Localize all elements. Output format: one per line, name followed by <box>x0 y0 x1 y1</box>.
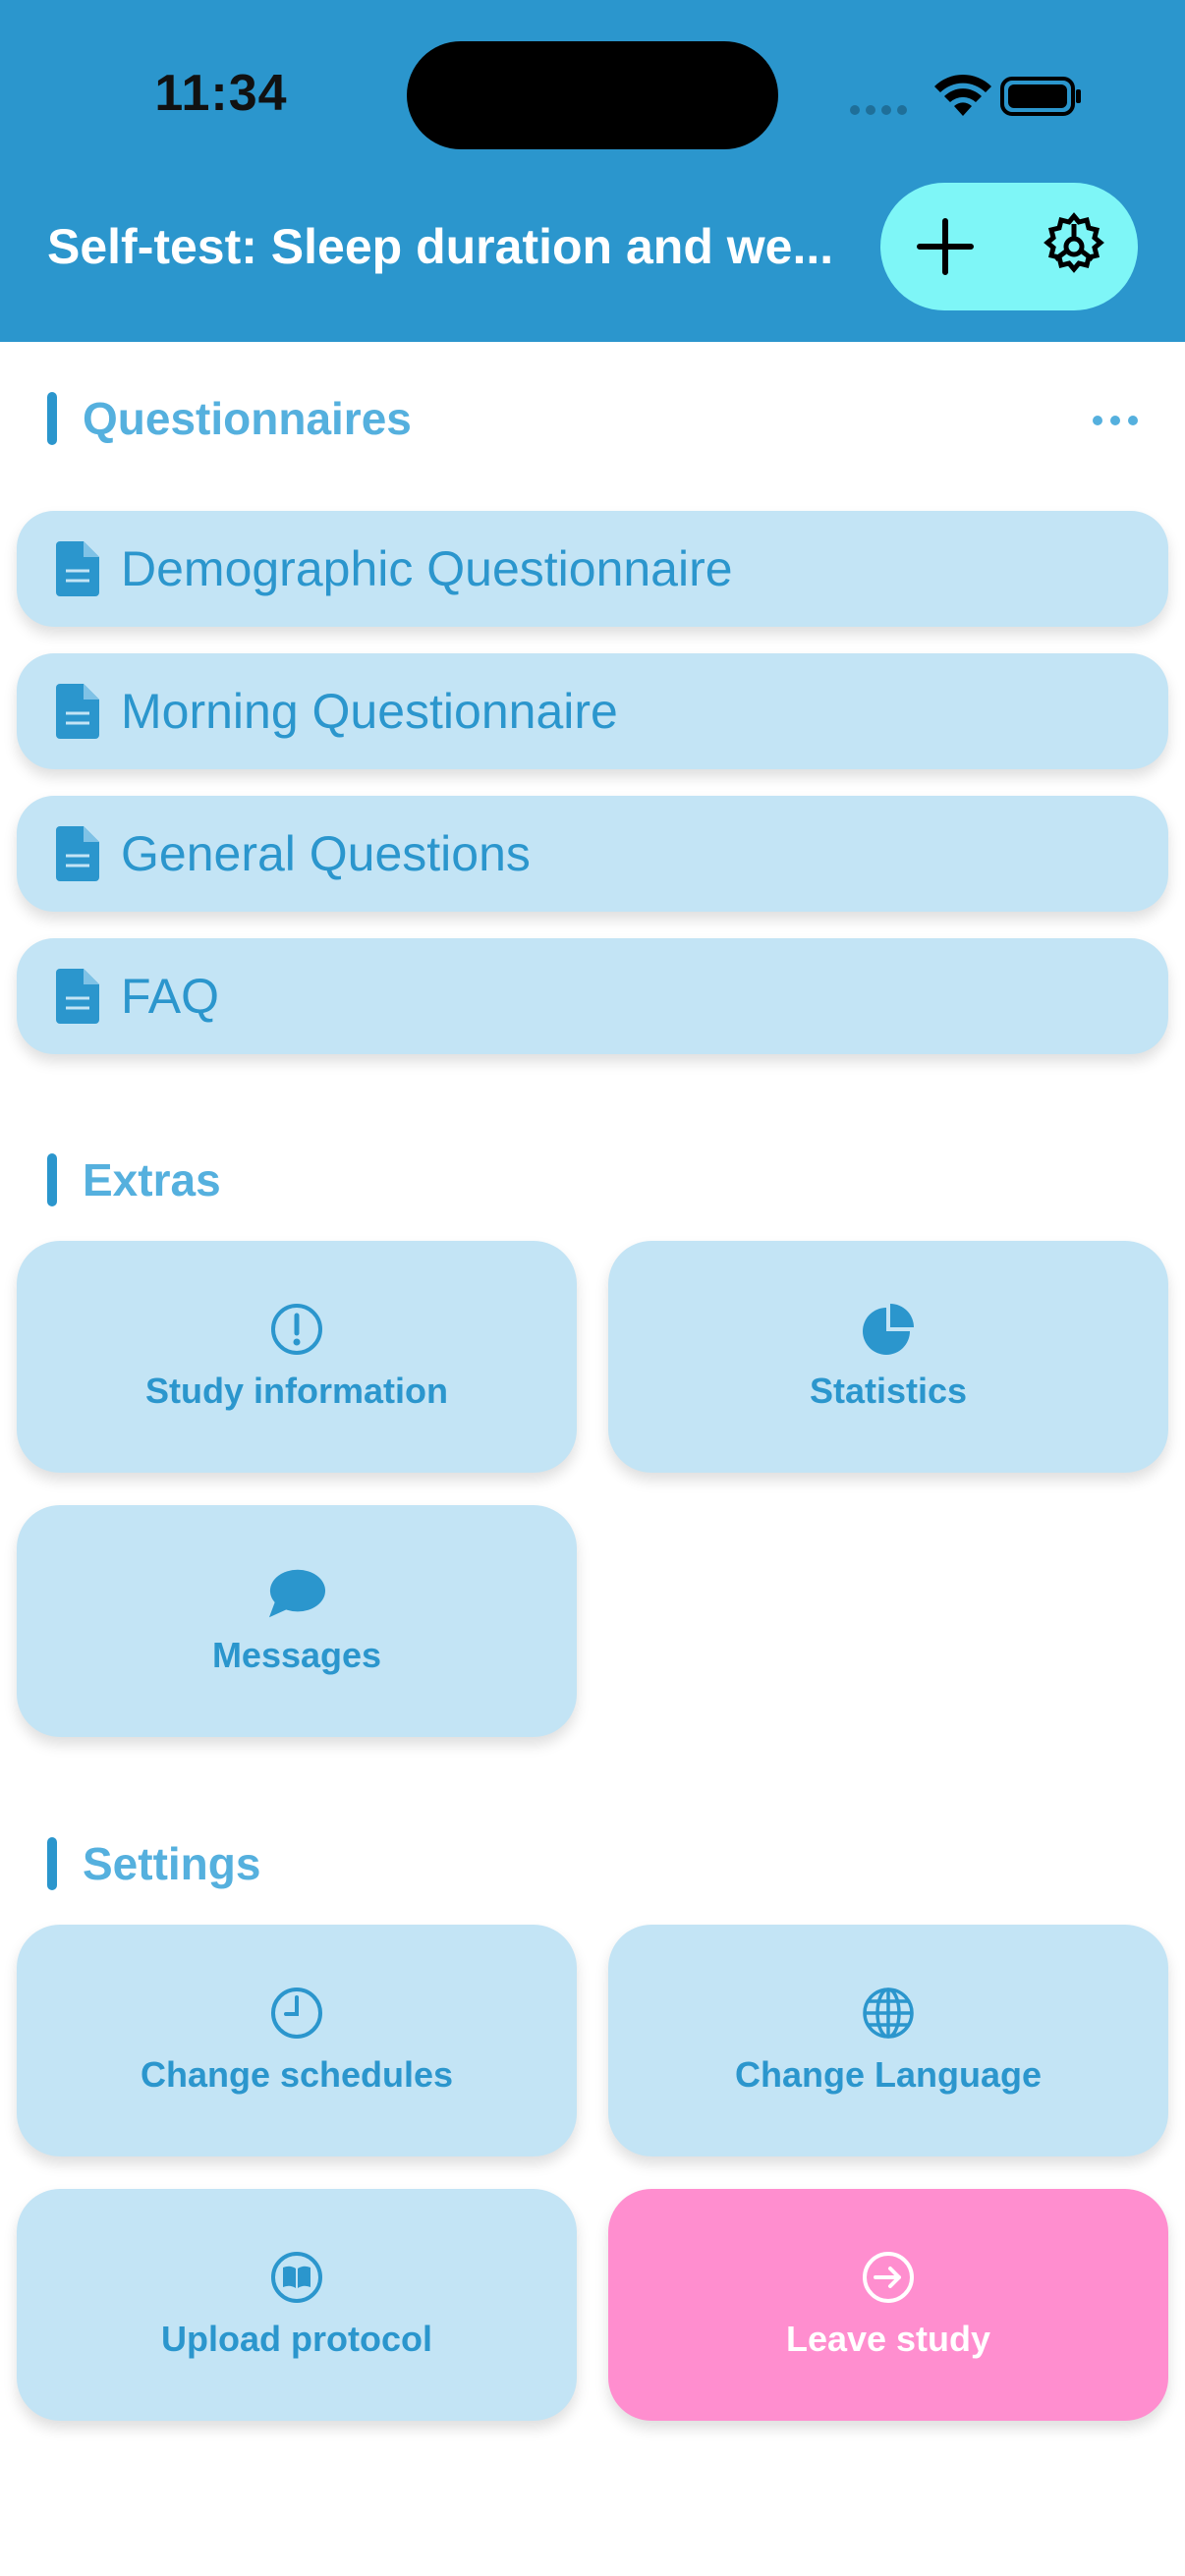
questionnaire-item-morning[interactable]: Morning Questionnaire <box>17 653 1168 769</box>
questionnaire-item-demographic[interactable]: Demographic Questionnaire <box>17 511 1168 627</box>
exit-arrow-icon <box>859 2248 918 2307</box>
tile-label: Study information <box>145 1371 448 1411</box>
change-schedules-button[interactable]: Change schedules <box>17 1925 577 2156</box>
nav-action-pill <box>880 183 1138 310</box>
pie-chart-icon <box>859 1300 918 1359</box>
messages-button[interactable]: Messages <box>17 1505 577 1737</box>
book-icon <box>267 2248 326 2307</box>
more-dot <box>1128 416 1138 425</box>
section-accent-bar <box>47 392 57 445</box>
document-icon <box>50 969 105 1024</box>
tile-label: Change Language <box>734 2054 1043 2095</box>
clock-icon <box>267 1984 326 2043</box>
more-dot <box>1093 416 1102 425</box>
settings-button[interactable] <box>1009 183 1138 310</box>
add-button[interactable] <box>880 183 1009 310</box>
study-information-button[interactable]: Study information <box>17 1241 577 1473</box>
questionnaire-label: Demographic Questionnaire <box>121 541 733 596</box>
plus-icon <box>916 218 974 275</box>
tile-label: Statistics <box>809 1371 968 1411</box>
questionnaire-label: FAQ <box>121 969 220 1024</box>
questionnaire-item-general[interactable]: General Questions <box>17 796 1168 912</box>
wifi-icon <box>934 74 991 116</box>
page-title: Self-test: Sleep duration and we... <box>47 219 834 274</box>
section-accent-bar <box>47 1153 57 1206</box>
document-icon <box>50 541 105 596</box>
status-time: 11:34 <box>154 65 288 122</box>
more-options-button[interactable] <box>1081 393 1150 448</box>
section-title-questionnaires: Questionnaires <box>47 391 412 446</box>
leave-study-button[interactable]: Leave study <box>608 2189 1168 2421</box>
dynamic-island <box>407 41 778 149</box>
section-title-text: Extras <box>83 1154 221 1205</box>
tile-label: Upload protocol <box>161 2319 432 2359</box>
questionnaire-item-faq[interactable]: FAQ <box>17 938 1168 1054</box>
section-title-text: Settings <box>83 1838 261 1889</box>
tile-label: Messages <box>211 1635 382 1675</box>
upload-protocol-button[interactable]: Upload protocol <box>17 2189 577 2421</box>
cellular-signal-icon <box>850 105 907 115</box>
section-title-settings: Settings <box>47 1836 260 1891</box>
battery-icon <box>1000 77 1081 116</box>
more-dot <box>1110 416 1120 425</box>
document-icon <box>50 826 105 881</box>
questionnaire-label: Morning Questionnaire <box>121 684 618 739</box>
statistics-button[interactable]: Statistics <box>608 1241 1168 1473</box>
chat-bubble-icon <box>267 1564 326 1623</box>
change-language-button[interactable]: Change Language <box>608 1925 1168 2156</box>
section-accent-bar <box>47 1837 57 1890</box>
nav-header: 11:34 Self-test: Sleep duration and we..… <box>0 0 1185 342</box>
questionnaire-label: General Questions <box>121 826 531 881</box>
section-title-extras: Extras <box>47 1152 221 1207</box>
info-icon <box>267 1300 326 1359</box>
document-icon <box>50 684 105 739</box>
tile-label: Leave study <box>785 2319 991 2359</box>
gear-icon <box>1043 212 1104 273</box>
globe-icon <box>859 1984 918 2043</box>
section-title-text: Questionnaires <box>83 393 412 444</box>
status-icons <box>845 71 1081 120</box>
tile-label: Change schedules <box>140 2054 454 2095</box>
